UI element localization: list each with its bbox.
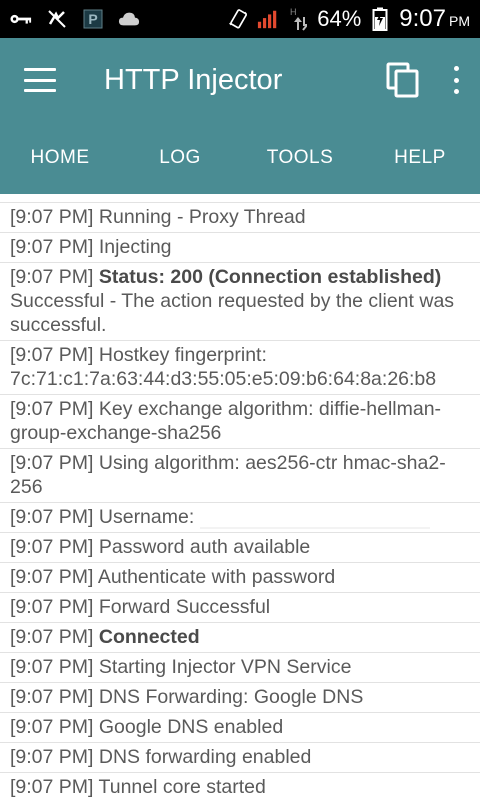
log-message: Injecting — [98, 236, 172, 258]
log-message: Successful - The action requested by the… — [10, 290, 455, 336]
log-status: Status: 200 (Connection established) — [98, 266, 442, 288]
log-timestamp: [9:07 PM] — [10, 656, 94, 678]
log-message: Tunnel core started — [98, 776, 266, 798]
key-icon — [10, 8, 32, 30]
log-timestamp: [9:07 PM] — [10, 596, 94, 618]
battery-charging-icon — [369, 7, 391, 31]
parking-icon: P — [82, 8, 104, 30]
log-timestamp: [9:07 PM] — [10, 506, 94, 528]
log-timestamp: [9:07 PM] — [10, 626, 94, 648]
log-entry: [9:07 PM] Google DNS enabled — [0, 713, 480, 743]
status-bar: P H 64% 9:07 PM — [0, 0, 480, 38]
log-timestamp: [9:07 PM] — [10, 452, 94, 474]
tab-log[interactable]: LOG — [120, 122, 240, 194]
log-status: Connected — [98, 626, 200, 648]
log-entry: [9:07 PM] Forward Successful — [0, 593, 480, 623]
log-entry: [9:07 PM] Username: — [0, 503, 480, 533]
log-message: Forward Successful — [98, 596, 271, 618]
phone-vibrate-icon — [227, 8, 249, 30]
log-timestamp: [9:07 PM] — [10, 266, 94, 288]
log-timestamp: [9:07 PM] — [10, 686, 94, 708]
tab-home[interactable]: HOME — [0, 122, 120, 194]
log-entry: [9:07 PM] Password auth available — [0, 533, 480, 563]
log-entry: [9:07 PM] DNS Forwarding: Google DNS — [0, 683, 480, 713]
log-timestamp: [9:07 PM] — [10, 776, 94, 798]
log-message: Google DNS enabled — [98, 716, 284, 738]
notification-icons: P — [10, 8, 140, 30]
log-timestamp: [9:07 PM] — [10, 236, 94, 258]
log-entry: [9:07 PM] Running - Proxy Thread — [0, 203, 480, 233]
log-message: DNS Forwarding: Google DNS — [98, 686, 364, 708]
log-message: Authenticate with password — [97, 566, 336, 588]
log-entry: [9:07 PM] Connected — [0, 623, 480, 653]
clock: 9:07 PM — [399, 5, 470, 33]
log-list[interactable]: [9:07 PM] Running - Proxy Thread [9:07 PM… — [0, 194, 480, 800]
log-message: Running - Proxy Thread — [98, 206, 306, 228]
system-status: H 64% 9:07 PM — [227, 5, 470, 33]
log-timestamp: [9:07 PM] — [10, 536, 94, 558]
log-entry: [9:07 PM] DNS forwarding enabled — [0, 743, 480, 773]
log-entry: [9:07 PM] Tunnel core started — [0, 773, 480, 800]
menu-icon[interactable] — [24, 68, 56, 92]
app-title: HTTP Injector — [104, 63, 283, 96]
tab-tools[interactable]: TOOLS — [240, 122, 360, 194]
cloud-icon — [118, 8, 140, 30]
log-timestamp: [9:07 PM] — [10, 344, 94, 366]
app-bar: HTTP Injector — [0, 38, 480, 122]
log-message: Starting Injector VPN Service — [98, 656, 352, 678]
hplus-data-icon: H — [287, 7, 309, 31]
copy-icon[interactable] — [386, 62, 420, 98]
log-entry: [9:07 PM] Starting Injector VPN Service — [0, 653, 480, 683]
log-entry: [9:07 PM] Injecting — [0, 233, 480, 263]
clock-time: 9:07 — [399, 5, 446, 32]
tab-help[interactable]: HELP — [360, 122, 480, 194]
no-sync-icon — [46, 8, 68, 30]
log-message: DNS forwarding enabled — [98, 746, 312, 768]
tab-bar: HOME LOG TOOLS HELP — [0, 122, 480, 194]
more-vert-icon[interactable] — [450, 66, 462, 94]
log-entry: [9:07 PM] Using algorithm: aes256-ctr hm… — [0, 449, 480, 503]
log-entry-partial — [0, 194, 480, 203]
redacted-username — [199, 506, 430, 529]
log-entry: [9:07 PM] Hostkey fingerprint: 7c:71:c1:… — [0, 341, 480, 395]
log-timestamp: [9:07 PM] — [10, 746, 94, 768]
battery-percent: 64% — [317, 6, 362, 31]
log-timestamp: [9:07 PM] — [10, 398, 94, 420]
log-message: Username: — [98, 506, 195, 528]
svg-text:H: H — [290, 7, 297, 17]
clock-ampm: PM — [449, 13, 470, 29]
svg-text:P: P — [88, 11, 97, 27]
log-entry: [9:07 PM] Authenticate with password — [0, 563, 480, 593]
log-timestamp: [9:07 PM] — [10, 716, 94, 738]
log-entry: [9:07 PM] Key exchange algorithm: diffie… — [0, 395, 480, 449]
log-entry: [9:07 PM] Status: 200 (Connection establ… — [0, 263, 480, 341]
signal-bars-icon — [257, 8, 279, 30]
log-timestamp: [9:07 PM] — [10, 566, 94, 588]
log-message: Password auth available — [98, 536, 311, 558]
log-timestamp: [9:07 PM] — [10, 206, 94, 228]
